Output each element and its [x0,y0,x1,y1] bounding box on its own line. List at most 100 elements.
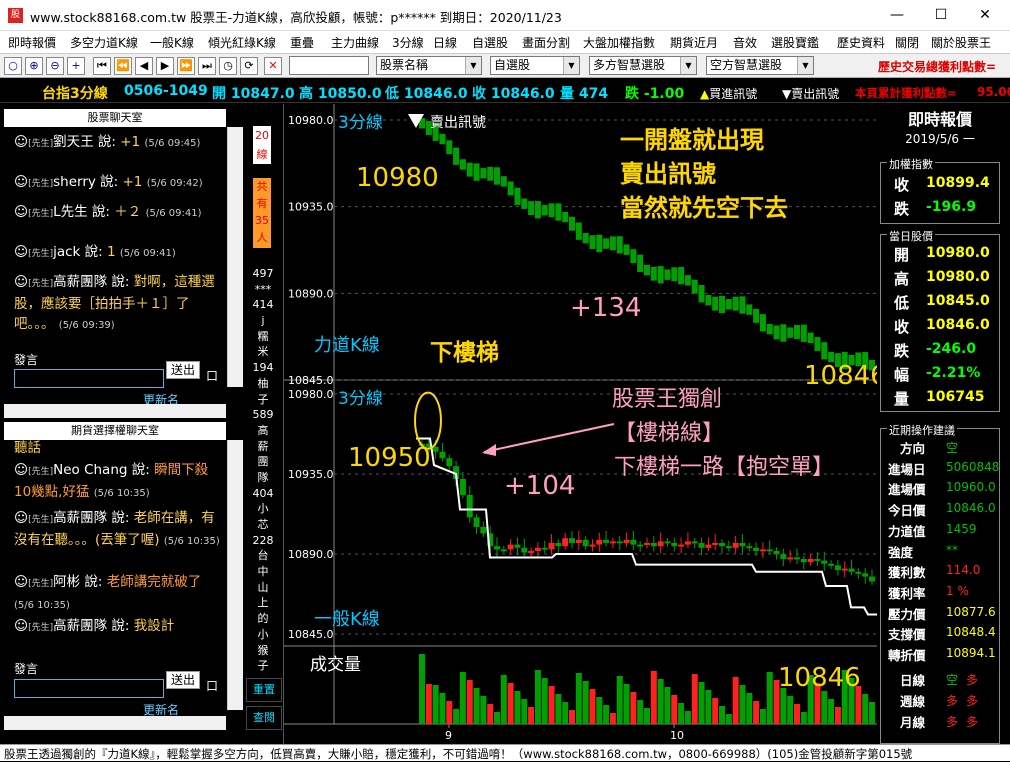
volume-bar [623,684,630,724]
chat1-message-input[interactable] [14,369,164,388]
circle-icon[interactable]: ○ [4,57,22,75]
timeframe-label: 3分線 [338,113,383,133]
menu-item-4[interactable]: 重疊 [290,34,314,51]
stock-chat-scrollbar[interactable] [227,127,243,387]
power-candle [534,201,541,219]
short-select[interactable]: 空方智慧選股 ▼ [706,56,814,75]
chat-face: ☺ [14,574,29,590]
menu-item-0[interactable]: 即時報價 [8,34,56,51]
online-user-text: 柚 [257,376,269,390]
online-user-text: 芯 [257,518,269,531]
volume-bar [541,678,548,724]
quote-value: 10845.0 [926,293,990,309]
trend-a: 多 [946,715,959,729]
suggestion-key: 今日價 [888,503,926,519]
zoom-out-icon[interactable]: ⊖ [46,57,64,75]
volume-bar [753,701,760,724]
review-button[interactable]: 查閱 [246,706,282,730]
chat2-message-input[interactable] [14,679,164,698]
chat-name: 高薪團隊 [53,618,108,634]
last-icon[interactable]: ⏭ [198,57,216,75]
day-row: 低 10845.0 [880,290,1000,314]
refresh-icon[interactable]: ⟳ [240,57,258,75]
open-value: 開 10847.0 [212,86,295,102]
menu-item-3[interactable]: 傾光紅綠K線 [208,34,276,51]
cancel-icon[interactable]: ✕ [264,57,282,75]
online-count-block: 共 有 35 人 [253,178,271,248]
power-candle [664,269,671,280]
volume-bar [487,704,494,724]
chat1-send-button[interactable]: 送出 [166,361,200,379]
close-button[interactable]: ✕ [962,0,1008,31]
chat-ts: (5/6 10:35) [93,488,150,499]
volume-value: 量 474 [560,86,609,102]
chat2-hscroll[interactable] [4,716,226,730]
volume-bar [569,710,575,724]
futures-chat-scrollbar[interactable] [227,440,243,710]
quote-panel: 即時報價 2019/5/6 一 加權指數 收 10899.4 跌 -196.9 當日股… [877,104,1010,744]
power-candle [719,295,725,314]
menu-item-5[interactable]: 主力曲線 [331,34,379,51]
menu-item-9[interactable]: 畫面分割 [522,34,570,51]
power-candle [596,234,603,253]
volume-bar [834,707,841,724]
down-candle [439,451,446,459]
minimize-button[interactable]: — [874,0,920,31]
menu-item-8[interactable]: 自選股 [472,34,508,51]
menu-item-16[interactable]: 關於股票王 [931,34,991,51]
menu-item-1[interactable]: 多空力道K線 [70,34,138,51]
menu-item-7[interactable]: 日線 [433,34,457,51]
chat-verb: 說: [127,462,155,478]
online-user-text: 團 [257,455,269,469]
chat2-checkbox[interactable]: 口 [206,677,218,694]
suggestion-key: 進場價 [888,482,926,498]
quote-value: 106745 [926,389,985,405]
day-row: 幅 -2.21% [880,362,1000,386]
volume-bar [732,677,739,724]
power-candle [609,236,616,251]
stock-code-input[interactable] [289,56,369,75]
power-candle [712,296,719,311]
forward-icon[interactable]: ▶ [156,57,174,75]
chat-tag: [先生] [28,579,54,589]
menu-item-6[interactable]: 3分線 [392,34,424,51]
suggestion-key: 進場日 [888,461,926,477]
forward-fast-icon[interactable]: ⏩ [177,57,195,75]
menu-item-13[interactable]: 選股寶鑑 [771,34,819,51]
status-bar: 股票王透過獨創的『力道K線』，輕鬆掌握多空方向，低買高賣，大賺小賠，穩定獲利，不… [0,744,1010,761]
down-candle [869,576,875,582]
chat1-checkbox[interactable]: 口 [206,367,218,384]
trend-b: 多 [966,715,979,729]
menu-item-2[interactable]: 一般K線 [150,34,194,51]
crosshair-icon[interactable]: + [67,57,85,75]
volume-bar [507,683,514,724]
chat2-send-button[interactable]: 送出 [166,671,200,689]
zoom-in-icon[interactable]: ⊕ [25,57,43,75]
back-icon[interactable]: ◀ [135,57,153,75]
stock-name-select[interactable]: 股票名稱 ▼ [376,56,482,75]
suggestion-key: 方向 [900,441,926,456]
back-fast-icon[interactable]: ⏪ [114,57,132,75]
menu-item-11[interactable]: 期貨近月 [670,34,718,51]
title-bar: 股 www.stock88168.com.tw 股票王-力道K線，高欣投顧，帳號… [0,0,1010,31]
chat1-hscroll[interactable] [4,404,226,418]
long-select[interactable]: 多方智慧選股 ▼ [589,56,697,75]
watchlist-select[interactable]: 自選股 ▼ [490,56,580,75]
reset-button[interactable]: 重置 [246,678,282,702]
menu-item-10[interactable]: 大盤加權指數 [583,34,655,51]
menu-item-12[interactable]: 音效 [733,34,757,51]
online-user-text: 414 [252,298,274,312]
first-icon[interactable]: ⏮ [93,57,111,75]
menu-item-15[interactable]: 關閉 [895,34,919,51]
menu-item-14[interactable]: 歷史資料 [837,34,885,51]
quote-key: 跌 [894,200,910,218]
down-candle [725,546,732,549]
clock-icon[interactable]: ◷ [219,57,237,75]
x-tick-label: 10 [670,729,684,742]
down-candle [780,554,787,559]
maximize-button[interactable]: ☐ [918,0,964,31]
volume-bar [596,697,603,724]
power-candle [814,337,821,351]
chat-face: ☺ [14,174,29,190]
power-candle [753,308,760,323]
